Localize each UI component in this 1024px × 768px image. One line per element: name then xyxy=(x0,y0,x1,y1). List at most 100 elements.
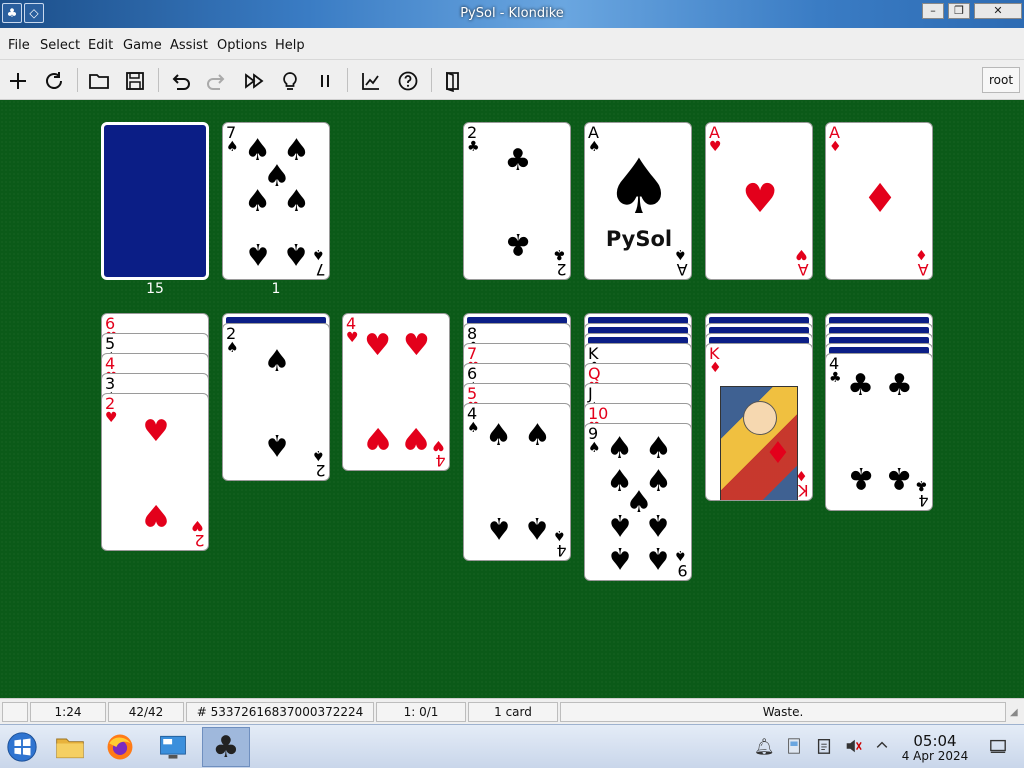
card-suit-icon: ♠ xyxy=(588,139,601,155)
card-pip-icon: ♣ xyxy=(504,226,532,262)
stock-pile[interactable] xyxy=(101,122,209,280)
quit-icon[interactable] xyxy=(440,68,466,94)
menu-assist[interactable]: Assist xyxy=(170,38,208,53)
file-manager-icon[interactable] xyxy=(52,729,88,765)
card-rank: A xyxy=(677,260,688,279)
menu-options[interactable]: Options xyxy=(217,38,267,53)
card-pip-icon: ♦ xyxy=(862,175,898,222)
status-cards: 42/42 xyxy=(108,702,184,722)
tableau-7-card[interactable]: 4 ♣ 4 ♣ ♣ ♣ ♣ ♣ xyxy=(825,353,933,511)
card-suit-icon: ♥ xyxy=(432,437,445,453)
card-corner-bottom: 2 ♠ xyxy=(312,447,326,480)
menu-game[interactable]: Game xyxy=(123,38,162,53)
redo-icon[interactable] xyxy=(204,68,230,94)
card-pip-icon: ♥ xyxy=(402,420,430,456)
close-icon[interactable]: ✕ xyxy=(974,3,1022,19)
card-pip-icon: ♣ xyxy=(504,142,532,178)
pause-icon[interactable] xyxy=(312,68,338,94)
card-pip-icon: ♣ xyxy=(847,460,874,496)
game-table[interactable]: 15 7 ♠ 7 ♠ ♠ ♠ ♠ ♠ ♠ ♠ ♠ 1 2 ♣ 2 ♣ ♣ ♣ A ♠ A ♠ ♠ PySol A ♥ A ♥ ♥ A ♦ A ♦ ♦… xyxy=(0,100,1024,698)
restart-icon[interactable] xyxy=(41,68,67,94)
foundation-2[interactable]: A ♠ A ♠ ♠ PySol xyxy=(584,122,692,280)
card-suit-icon: ♠ xyxy=(553,527,566,543)
card-rank: 2 xyxy=(194,531,205,550)
card-suit-icon: ♦ xyxy=(915,246,928,262)
autodrop-icon[interactable] xyxy=(241,68,267,94)
card-suit-icon: ♠ xyxy=(467,420,480,436)
card-pip-icon: ♥ xyxy=(142,497,170,533)
open-icon[interactable] xyxy=(86,68,112,94)
player-name[interactable]: root xyxy=(982,67,1020,93)
tableau-5-card[interactable]: 9 ♠ 9 ♠ ♠ ♠ ♠ ♠ ♠ ♠ ♠ ♠ ♠ xyxy=(584,423,692,581)
volume-muted-icon[interactable] xyxy=(843,737,863,757)
minimize-icon[interactable]: – xyxy=(922,3,944,19)
window-title: PySol - Klondike xyxy=(460,6,564,21)
show-desktop-icon[interactable] xyxy=(988,737,1008,757)
tableau-4-card[interactable]: 4 ♠ 4 ♠ ♠ ♠ ♠ ♠ xyxy=(463,403,571,561)
maximize-icon[interactable]: ❐ xyxy=(948,3,970,19)
card-corner-bottom: 4 ♠ xyxy=(553,527,567,560)
card-corner-bottom: A ♠ xyxy=(674,246,688,279)
card-rank: A xyxy=(918,260,929,279)
card-pip-icon: ♠ xyxy=(263,427,291,463)
pysol-taskbar-button[interactable]: ♣ xyxy=(202,727,250,767)
card-pip-icon: ♣ xyxy=(885,367,913,403)
toolbar-separator xyxy=(431,68,432,92)
club-icon: ♣ xyxy=(212,729,240,765)
tableau-6-card[interactable]: K ♦ K ♦ ♦ xyxy=(705,343,813,501)
card-suit-icon: ♣ xyxy=(553,246,566,262)
tableau-2-card[interactable]: 2 ♠ 2 ♠ ♠ ♠ xyxy=(222,323,330,481)
undo-icon[interactable] xyxy=(167,68,193,94)
foundation-3[interactable]: A ♥ A ♥ ♥ xyxy=(705,122,813,280)
network-icon[interactable] xyxy=(784,737,804,757)
card-pip-icon: ♠ xyxy=(644,539,672,575)
clipboard-icon[interactable] xyxy=(814,737,834,757)
toolbar-separator xyxy=(347,68,348,92)
save-icon[interactable] xyxy=(122,68,148,94)
card-pip-icon: ♠ xyxy=(606,506,633,542)
control-panel-icon[interactable] xyxy=(155,729,191,765)
resize-grip-icon[interactable]: ◢ xyxy=(1010,707,1022,721)
tableau-3-card[interactable]: 4 ♥ 4 ♥ ♥ ♥ ♥ ♥ xyxy=(342,313,450,471)
card-pip-icon: ♥ xyxy=(742,175,778,222)
card-suit-icon: ♣ xyxy=(829,370,842,386)
card-suit-icon: ♣ xyxy=(467,139,480,155)
foundation-1[interactable]: 2 ♣ 2 ♣ ♣ ♣ xyxy=(463,122,571,280)
notification-bell-icon[interactable]: 🔔︎ xyxy=(754,737,774,757)
menu-edit[interactable]: Edit xyxy=(88,38,113,53)
status-bar: 1:24 42/42 # 53372616837000372224 1: 0/1… xyxy=(0,698,1024,724)
foundation-4[interactable]: A ♦ A ♦ ♦ xyxy=(825,122,933,280)
clock-date[interactable]: 4 Apr 2024 xyxy=(898,749,972,763)
card-suit-icon: ♠ xyxy=(226,340,239,356)
toolbar-separator xyxy=(77,68,78,92)
toolbar-separator xyxy=(158,68,159,92)
status-empty xyxy=(2,702,28,722)
status-message: Waste. xyxy=(560,702,1006,722)
card-corner-bottom: 4 ♣ xyxy=(915,477,929,510)
card-suit-icon: ♠ xyxy=(588,440,601,456)
waste-pile[interactable]: 7 ♠ 7 ♠ ♠ ♠ ♠ ♠ ♠ ♠ ♠ xyxy=(222,122,330,280)
card-suit-icon: ♠ xyxy=(226,139,239,155)
clock-time[interactable]: 05:04 xyxy=(904,732,966,750)
card-pip-icon: ♥ xyxy=(142,413,170,449)
card-rank: 4 xyxy=(556,541,567,560)
start-button[interactable] xyxy=(4,729,40,765)
card-corner-bottom: 2 ♥ xyxy=(191,517,205,550)
status-time: 1:24 xyxy=(30,702,106,722)
taskbar: ♣ 🔔︎ 05:04 4 Apr 2024 xyxy=(0,724,1024,768)
rules-icon[interactable] xyxy=(395,68,421,94)
card-suit-icon: ♦ xyxy=(829,139,842,155)
card-pip-icon: ♣ xyxy=(885,460,913,496)
card-pip-icon: ♥ xyxy=(364,327,391,363)
new-game-icon[interactable] xyxy=(5,68,31,94)
status-moves: 1: 0/1 xyxy=(376,702,466,722)
chevron-up-icon[interactable] xyxy=(872,737,892,757)
statistics-icon[interactable] xyxy=(358,68,384,94)
firefox-icon[interactable] xyxy=(102,729,138,765)
menu-file[interactable]: File xyxy=(8,38,30,53)
menu-help[interactable]: Help xyxy=(275,38,305,53)
menu-select[interactable]: Select xyxy=(40,38,80,53)
tableau-1-card[interactable]: 2 ♥ 2 ♥ ♥ ♥ xyxy=(101,393,209,551)
stock-count: 15 xyxy=(146,281,164,297)
hint-icon[interactable] xyxy=(277,68,303,94)
